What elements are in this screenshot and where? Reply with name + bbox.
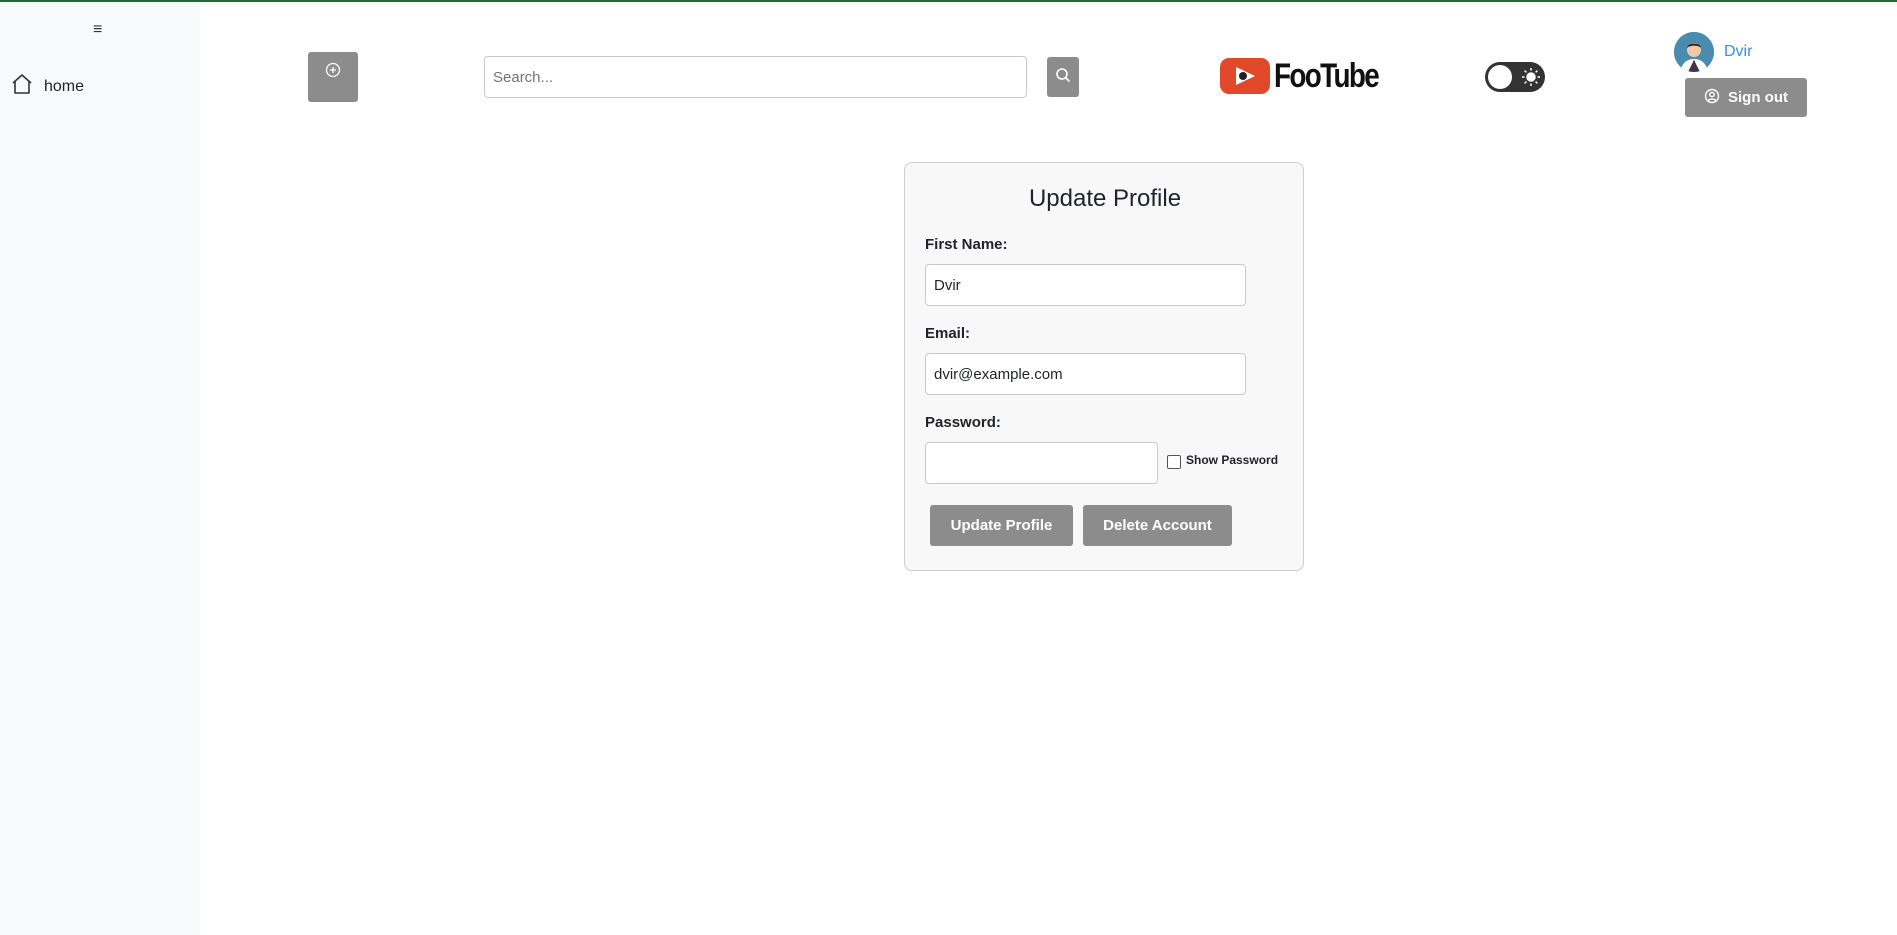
- menu-icon[interactable]: ≡: [93, 21, 102, 39]
- toggle-knob: [1488, 65, 1512, 89]
- sidebar-item-home[interactable]: home: [10, 72, 84, 101]
- email-field[interactable]: [925, 353, 1246, 395]
- first-name-field[interactable]: [925, 264, 1246, 306]
- show-password-checkbox[interactable]: [1167, 455, 1181, 469]
- sidebar: ≡ home: [0, 2, 200, 935]
- email-label: Email:: [925, 325, 971, 342]
- show-password-label: Show Password: [1186, 453, 1279, 467]
- search-icon: [1055, 67, 1071, 88]
- upload-button[interactable]: [308, 52, 358, 102]
- user-name-link[interactable]: Dvir: [1724, 43, 1752, 61]
- avatar[interactable]: [1674, 32, 1714, 72]
- update-profile-button[interactable]: Update Profile: [930, 505, 1073, 546]
- theme-toggle[interactable]: [1485, 62, 1545, 92]
- first-name-label: First Name:: [925, 236, 1008, 253]
- top-accent-line: [0, 0, 1897, 2]
- user-profile[interactable]: Dvir: [1674, 32, 1752, 72]
- sign-out-button[interactable]: Sign out: [1685, 78, 1807, 117]
- delete-account-button[interactable]: Delete Account: [1083, 505, 1232, 546]
- password-field[interactable]: [925, 442, 1158, 484]
- search-input[interactable]: [484, 56, 1027, 98]
- update-profile-card: Update Profile First Name: Email: Passwo…: [904, 162, 1304, 571]
- logo-text: FooTube: [1274, 57, 1380, 95]
- sun-icon: [1521, 67, 1541, 92]
- sidebar-item-label: home: [44, 77, 85, 95]
- sign-out-label: Sign out: [1728, 89, 1788, 106]
- logo[interactable]: FooTube: [1220, 58, 1401, 94]
- password-label: Password:: [925, 414, 1001, 431]
- plus-circle-icon: [325, 62, 341, 83]
- logo-play-icon: [1220, 58, 1270, 94]
- search-button[interactable]: [1047, 57, 1079, 97]
- home-icon: [10, 72, 34, 101]
- user-circle-icon: [1704, 88, 1720, 108]
- show-password-toggle[interactable]: Show Password: [1167, 451, 1278, 469]
- page-title: Update Profile: [1028, 185, 1182, 212]
